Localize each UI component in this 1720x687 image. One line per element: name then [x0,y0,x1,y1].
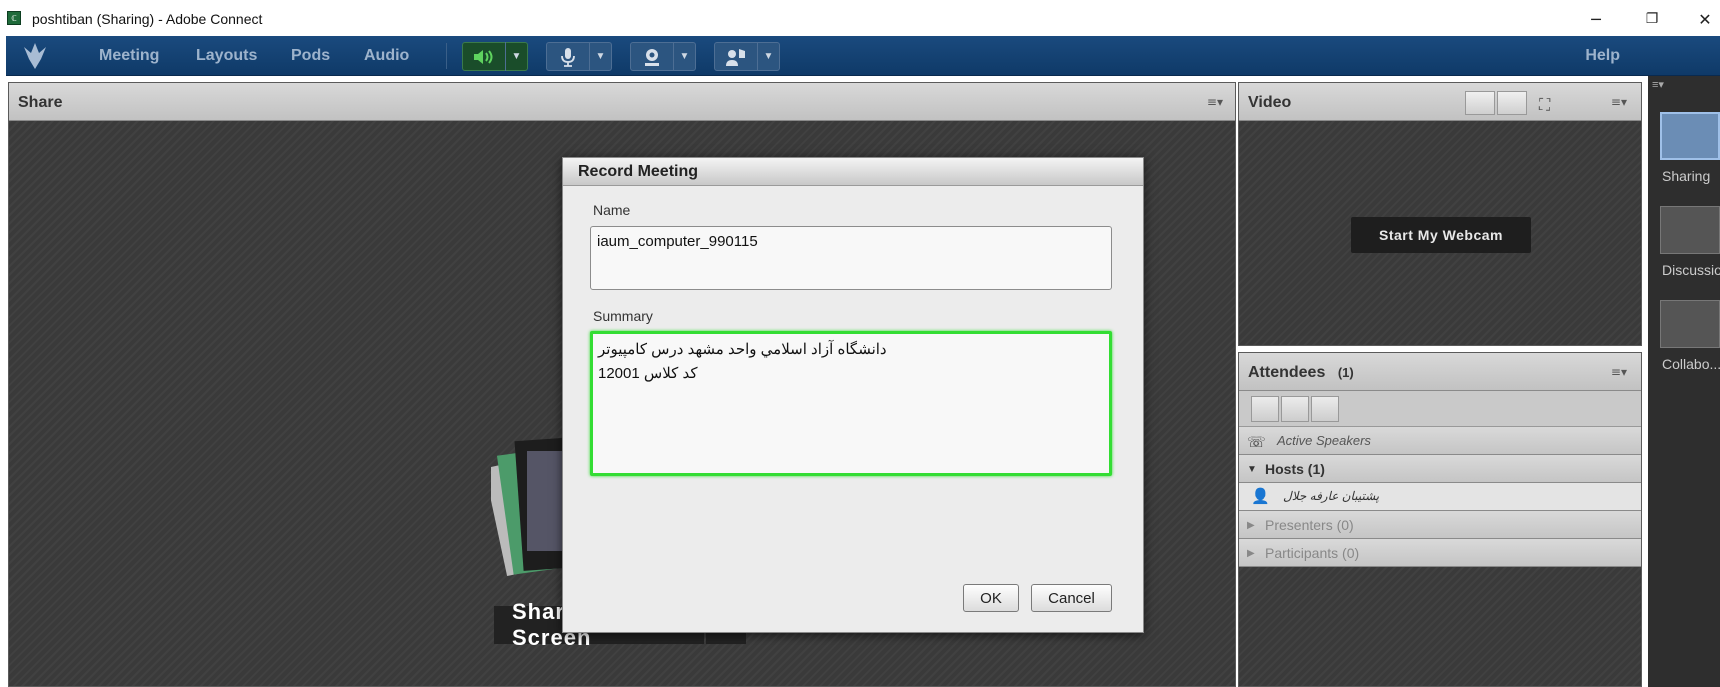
video-pod-title: Video [1248,94,1292,111]
webcam-icon [631,42,673,71]
triangle-right-icon: ▶ [1247,520,1255,531]
host-attendee-name: پشتیبان عارفه جلال [1283,489,1380,503]
video-pod: Video ⛶ ≡▾ Start My Webcam [1238,82,1642,346]
fullscreen-icon[interactable]: ⛶ [1539,95,1550,115]
layout-thumb-sharing[interactable] [1660,112,1720,160]
list-view-icon[interactable] [1251,396,1279,422]
layout-label-discussion[interactable]: Discussio [1662,262,1720,278]
attendees-toolbar [1239,391,1641,427]
share-pod-header: Share ≡▾ [9,83,1235,121]
window-title: poshtiban (Sharing) - Adobe Connect [32,11,263,27]
menu-pods[interactable]: Pods [291,47,330,65]
layouts-menu-icon[interactable]: ≡▾ [1652,78,1664,91]
raise-hand-icon [715,42,757,71]
phone-icon: ☏ [1247,434,1266,451]
layouts-bar: ≡▾ Sharing Discussio Collabo... [1648,76,1720,687]
grid-view-icon[interactable] [1465,91,1495,115]
attendees-count: (1) [1337,365,1354,380]
chevron-down-icon[interactable]: ▼ [673,42,695,71]
video-pod-body: Start My Webcam [1239,121,1641,345]
restore-icon[interactable]: ❐ [1632,6,1672,32]
close-icon[interactable]: ✕ [1690,6,1720,32]
window-titlebar: ℂ poshtiban (Sharing) - Adobe Connect ─ … [0,0,1720,36]
host-user-icon: 👤 [1251,488,1270,505]
active-speakers-label: Active Speakers [1277,433,1371,448]
presenters-group-row[interactable]: ▶ Presenters (0) [1239,511,1641,539]
layout-thumb-collaboration[interactable] [1660,300,1720,348]
pod-options-icon[interactable]: ≡▾ [1611,95,1627,109]
expand-view-icon[interactable] [1281,396,1309,422]
summary-label: Summary [593,308,653,324]
menu-audio[interactable]: Audio [364,47,409,65]
triangle-down-icon: ▼ [1247,464,1257,475]
attendees-title: Attendees [1248,364,1326,381]
attendees-pod: Attendees (1) ≡▾ ☏ Active Speakers ▼ Hos… [1238,352,1642,687]
minimize-icon[interactable]: ─ [1576,6,1616,32]
dialog-title: Record Meeting [563,158,1143,186]
university-logo-icon [24,43,46,69]
name-label: Name [593,202,631,218]
menu-divider [446,43,447,69]
summary-line-1: دانشگاه آزاد اسلامي واحد مشهد درس كامپيو… [598,341,887,358]
summary-field[interactable]: دانشگاه آزاد اسلامي واحد مشهد درس كامپيو… [590,331,1112,476]
menu-bar: Meeting Layouts Pods Audio ▼ ▼ ▼ ▼ Help [6,36,1720,76]
microphone-icon [547,42,589,71]
hosts-group-label: Hosts (1) [1265,461,1325,477]
single-view-icon[interactable] [1497,91,1527,115]
layout-label-sharing[interactable]: Sharing [1662,168,1710,184]
menu-layouts[interactable]: Layouts [196,47,257,65]
name-field[interactable]: iaum_computer_990115 [590,226,1112,290]
pod-options-icon[interactable]: ≡▾ [1611,365,1627,379]
presenters-group-label: Presenters (0) [1265,517,1354,533]
chevron-down-icon[interactable]: ▼ [589,42,611,71]
host-attendee-row[interactable]: 👤 پشتیبان عارفه جلال [1239,483,1641,511]
speaker-button[interactable]: ▼ [462,42,528,71]
pod-options-icon[interactable]: ≡▾ [1207,95,1223,109]
adobe-connect-app-icon: ℂ [7,11,21,25]
chevron-down-icon[interactable]: ▼ [757,42,779,71]
hosts-group-row[interactable]: ▼ Hosts (1) [1239,455,1641,483]
video-pod-header: Video ⛶ ≡▾ [1239,83,1641,121]
attendees-pod-header: Attendees (1) ≡▾ [1239,353,1641,391]
summary-line-2: كد كلاس 12001 [598,365,698,382]
menu-meeting[interactable]: Meeting [99,47,159,65]
record-meeting-dialog: Record Meeting Name iaum_computer_990115… [562,157,1144,633]
triangle-right-icon: ▶ [1247,548,1255,559]
webcam-button[interactable]: ▼ [630,42,696,71]
active-speakers-row: ☏ Active Speakers [1239,427,1641,455]
chevron-down-icon[interactable]: ▼ [505,42,527,71]
raise-hand-button[interactable]: ▼ [714,42,780,71]
participants-group-row[interactable]: ▶ Participants (0) [1239,539,1641,567]
status-view-icon[interactable] [1311,396,1339,422]
cancel-button[interactable]: Cancel [1031,584,1112,612]
participants-group-label: Participants (0) [1265,545,1360,561]
speaker-icon [463,42,505,71]
share-pod-title: Share [18,94,63,111]
microphone-button[interactable]: ▼ [546,42,612,71]
start-webcam-button[interactable]: Start My Webcam [1351,217,1531,253]
layout-thumb-discussion[interactable] [1660,206,1720,254]
attendees-pod-body: ☏ Active Speakers ▼ Hosts (1) 👤 پشتیبان … [1239,391,1641,686]
ok-button[interactable]: OK [963,584,1019,612]
layout-label-collaboration[interactable]: Collabo... [1662,356,1720,372]
attendees-pod-title: Attendees (1) [1248,364,1354,382]
menu-help[interactable]: Help [1585,47,1620,65]
